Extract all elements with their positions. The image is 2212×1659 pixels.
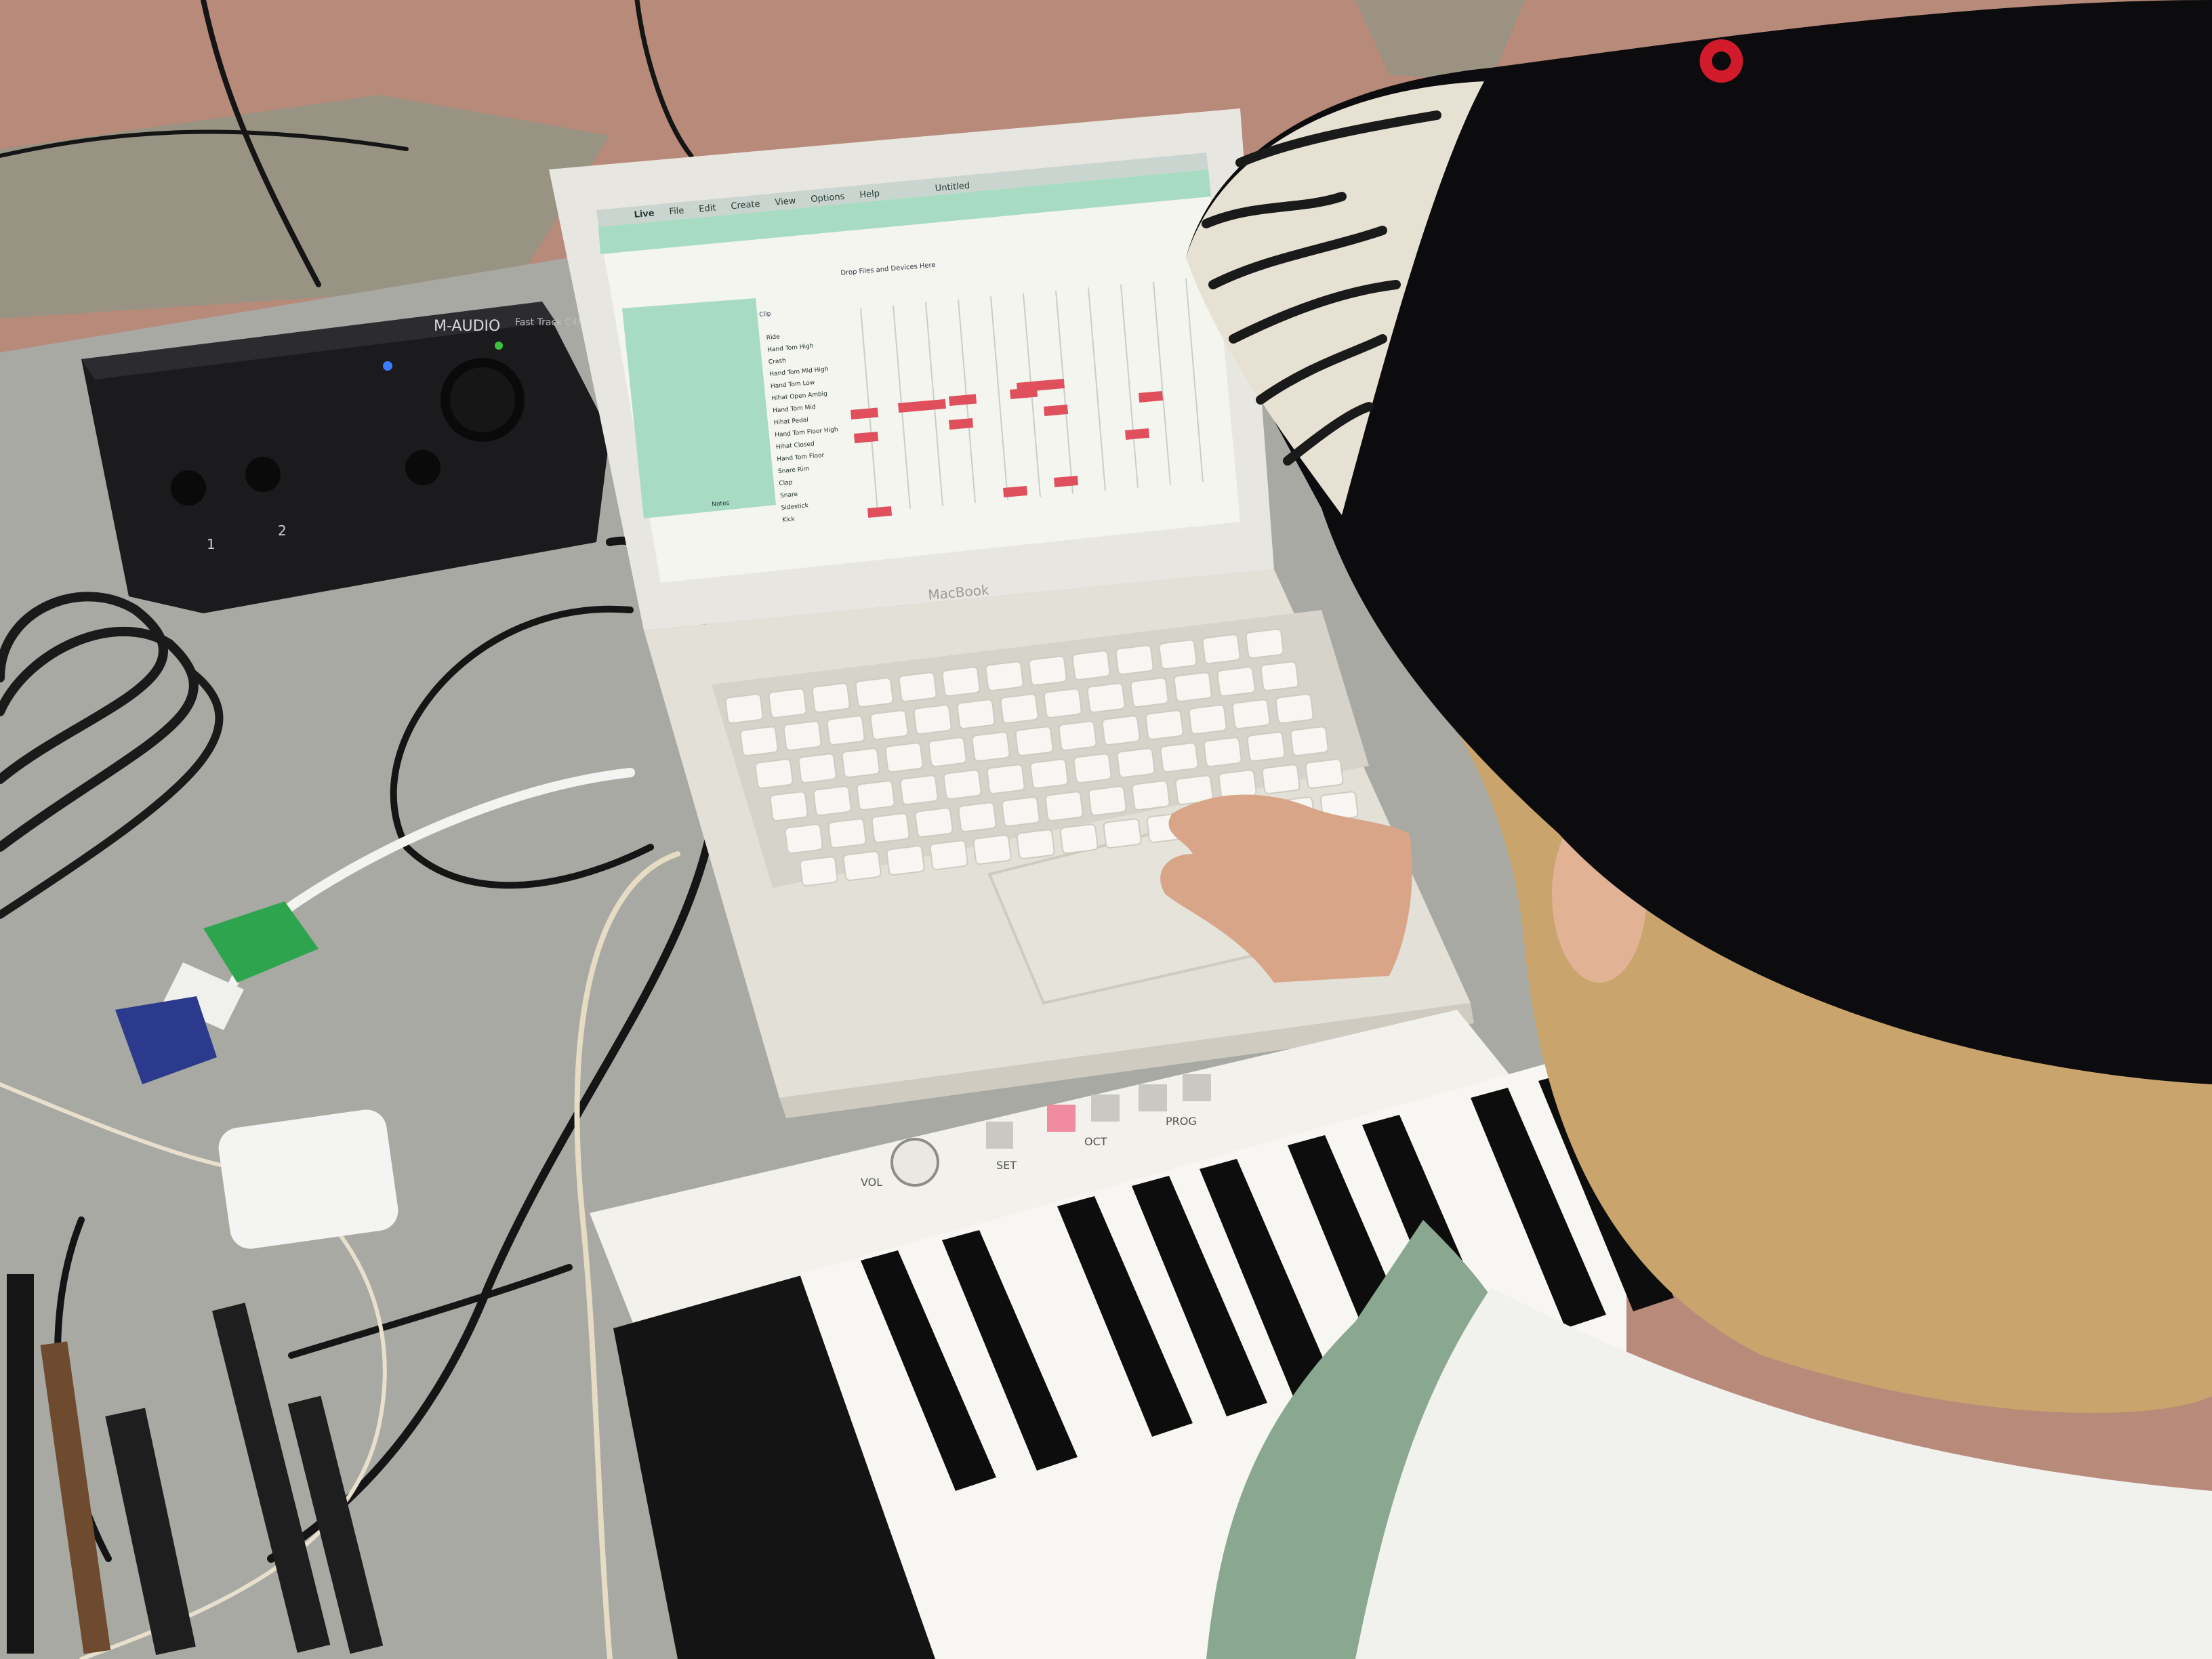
laptop-key — [1246, 731, 1286, 762]
laptop-key — [972, 834, 1012, 865]
laptop-key — [899, 775, 939, 806]
laptop-key — [811, 682, 851, 714]
laptop-key — [1044, 791, 1084, 822]
laptop-key — [913, 704, 952, 735]
interface-input-1: 1 — [207, 536, 216, 552]
laptop-key — [943, 769, 982, 800]
laptop-key — [1245, 628, 1284, 659]
set-label: SET — [996, 1159, 1017, 1172]
interface-brand: M-AUDIO — [434, 318, 500, 335]
interface-model: Fast Track C400 — [515, 317, 590, 328]
laptop-key — [724, 693, 764, 724]
laptop-key — [1116, 747, 1155, 779]
laptop-key — [1086, 682, 1126, 714]
laptop-key — [985, 661, 1024, 692]
laptop-key — [754, 758, 794, 790]
laptop-key — [1305, 758, 1344, 790]
laptop-key — [855, 677, 894, 708]
laptop-key — [898, 672, 937, 703]
laptop-key — [1145, 710, 1184, 741]
laptop-key — [1073, 753, 1112, 784]
power-adapter — [218, 1109, 398, 1249]
laptop-key — [986, 764, 1025, 795]
vol-label: VOL — [861, 1176, 882, 1189]
laptop-key — [784, 823, 823, 855]
laptop-key — [739, 726, 779, 757]
laptop-key — [769, 791, 808, 822]
laptop-key — [1071, 650, 1111, 681]
laptop-key — [871, 813, 910, 844]
scene-illustration: M-AUDIO Fast Track C400 1 2 MacBook VOL … — [0, 0, 2212, 1659]
laptop-key — [1028, 655, 1067, 687]
laptop-key — [1290, 726, 1329, 757]
laptop-key — [1202, 634, 1241, 665]
laptop-key — [841, 747, 880, 779]
laptop-key — [1103, 818, 1142, 849]
laptop-screen — [596, 152, 1240, 583]
laptop-key — [856, 780, 895, 811]
laptop-key — [1158, 639, 1197, 670]
laptop-key — [842, 851, 882, 882]
laptop-key — [1001, 796, 1040, 827]
laptop-key — [1101, 715, 1141, 746]
laptop-key — [1088, 785, 1127, 817]
laptop-key — [929, 840, 968, 871]
laptop-key — [886, 845, 925, 876]
laptop-key — [1016, 829, 1055, 860]
laptop-key — [1131, 780, 1170, 811]
laptop-key — [971, 731, 1010, 762]
laptop-key — [1173, 672, 1212, 703]
laptop-key — [783, 720, 822, 752]
laptop-key — [799, 856, 838, 887]
laptop-key — [798, 753, 837, 784]
laptop-key — [1029, 758, 1069, 790]
interface-input-2: 2 — [278, 523, 287, 539]
photo-scene: M-AUDIO Fast Track C400 1 2 MacBook VOL … — [0, 0, 2212, 1659]
laptop-key — [826, 715, 865, 746]
laptop-key — [1160, 742, 1199, 773]
oct-label: OCT — [1084, 1135, 1107, 1148]
laptop-key — [869, 710, 909, 741]
laptop-key — [768, 688, 807, 719]
laptop-key — [1260, 661, 1299, 692]
laptop-key — [1130, 677, 1169, 708]
laptop-key — [914, 807, 954, 838]
laptop-key — [928, 737, 967, 768]
prog-label: PROG — [1166, 1115, 1197, 1128]
laptop-key — [956, 699, 996, 730]
laptop-key — [1203, 737, 1242, 768]
laptop-key — [1115, 644, 1154, 676]
laptop-key — [1231, 699, 1271, 730]
laptop-key — [1015, 726, 1054, 757]
laptop-key — [1275, 693, 1314, 724]
laptop-key — [813, 785, 852, 817]
laptop-key — [1000, 693, 1039, 724]
laptop-key — [1216, 666, 1256, 697]
laptop-key — [1188, 704, 1227, 735]
laptop-key — [1043, 688, 1082, 719]
laptop-key — [958, 802, 997, 833]
laptop-key — [1261, 764, 1300, 795]
laptop-key — [1058, 720, 1097, 752]
laptop-key — [827, 818, 867, 849]
laptop-key — [941, 666, 981, 697]
laptop-key — [884, 742, 924, 773]
laptop-key — [1059, 823, 1099, 855]
